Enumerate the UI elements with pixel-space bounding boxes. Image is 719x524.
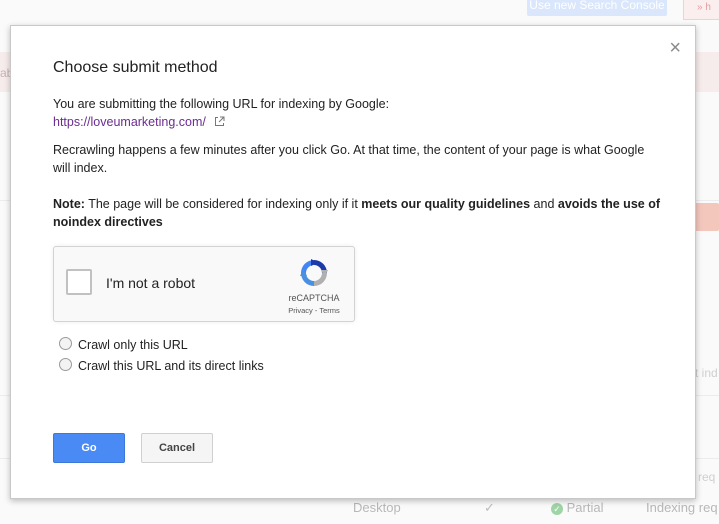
background-right-edge-text: req [698, 470, 716, 484]
cancel-button[interactable]: Cancel [141, 433, 213, 463]
option-label: Crawl this URL and its direct links [78, 359, 264, 373]
option-label: Crawl only this URL [78, 338, 188, 352]
background-table-row: Desktop ✓ ✓ Partial Indexing req [0, 498, 719, 524]
note-part: The page will be considered for indexing… [84, 197, 362, 211]
submit-method-dialog: × Choose submit method You are submittin… [10, 25, 696, 499]
action-cell: Indexing req [646, 500, 718, 515]
note-part: and [530, 197, 558, 211]
note-label: Note: [53, 197, 85, 211]
top-right-badge: » h [683, 0, 719, 20]
recaptcha-checkbox[interactable] [66, 269, 92, 295]
recaptcha-privacy-terms[interactable]: Privacy - Terms [276, 306, 352, 315]
go-button[interactable]: Go [53, 433, 125, 463]
device-cell: Desktop [353, 500, 401, 515]
note-text: Note: The page will be considered for in… [53, 195, 673, 231]
background-right-fragment: t ind [695, 366, 718, 380]
crawl-only-url-option[interactable]: Crawl only this URL [59, 337, 188, 352]
url-row: https://loveumarketing.com/ [53, 115, 225, 130]
submitted-url-link[interactable]: https://loveumarketing.com/ [53, 115, 206, 129]
recaptcha-label: I'm not a robot [106, 275, 196, 291]
intro-text: You are submitting the following URL for… [53, 97, 390, 111]
dialog-title: Choose submit method [53, 59, 218, 76]
external-link-icon[interactable] [214, 116, 225, 130]
recaptcha-brand: reCAPTCHA [288, 293, 340, 303]
quality-guidelines-text: meets our quality guidelines [361, 197, 531, 211]
crawl-url-and-links-option[interactable]: Crawl this URL and its direct links [59, 358, 264, 373]
recaptcha-widget: I'm not a robot reCAPTCHA Privacy - Term… [53, 246, 355, 322]
recaptcha-logo-icon [300, 259, 328, 286]
radio-button[interactable] [59, 358, 72, 371]
status-cell: ✓ Partial [551, 500, 603, 515]
close-icon[interactable]: × [669, 38, 681, 58]
recrawl-info: Recrawling happens a few minutes after y… [53, 143, 645, 175]
use-new-search-console-button: Use new Search Console [527, 0, 667, 16]
green-check-icon: ✓ [551, 502, 563, 515]
check-icon: ✓ [484, 500, 495, 515]
radio-button[interactable] [59, 337, 72, 350]
